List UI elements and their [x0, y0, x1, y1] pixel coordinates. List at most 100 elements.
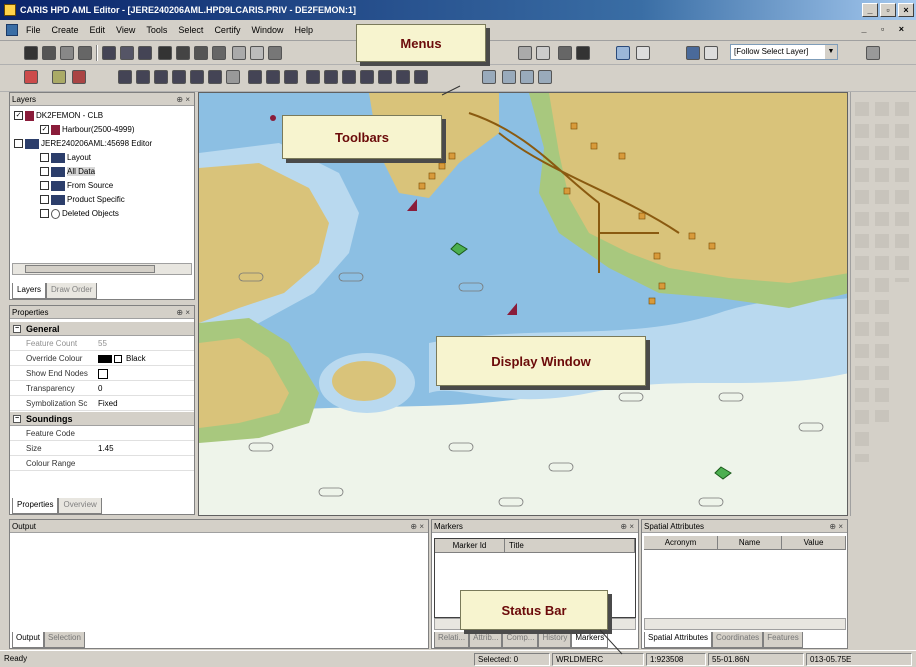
pick-icon[interactable] [52, 70, 66, 84]
edit-icon-1[interactable] [248, 70, 262, 84]
feature-icon-2[interactable] [136, 70, 150, 84]
tree-item[interactable]: Product Specific [40, 193, 125, 206]
column-header[interactable]: Name [718, 536, 782, 550]
options-icon[interactable] [866, 46, 880, 60]
tree-item[interactable]: Layout [40, 151, 91, 164]
follow-select-layer-dropdown[interactable]: [Follow Select Layer] ▼ [730, 44, 838, 60]
tree-item[interactable]: JERE240206AML:45698 Editor [14, 137, 152, 150]
property-row[interactable]: Symbolization Sc Fixed [10, 397, 194, 411]
feature-icon-1[interactable] [118, 70, 132, 84]
tab-history[interactable]: History [538, 632, 572, 648]
grid-icon[interactable] [558, 46, 572, 60]
collapse-icon[interactable]: − [13, 415, 21, 423]
save-icon[interactable] [60, 46, 74, 60]
pin-close-icon[interactable]: ⊕ × [176, 306, 190, 319]
tab-selection[interactable]: Selection [44, 632, 85, 648]
edit-icon-10[interactable] [414, 70, 428, 84]
paste-icon[interactable] [138, 46, 152, 60]
tab-draw-order[interactable]: Draw Order [46, 283, 98, 299]
scrollbar-thumb[interactable] [25, 265, 155, 273]
tab-output[interactable]: Output [12, 632, 45, 648]
pin-close-icon[interactable]: ⊕ × [410, 520, 424, 533]
tree-item[interactable]: From Source [40, 179, 113, 192]
tree-item[interactable]: ✓ DK2FEMON - CLB [14, 109, 103, 122]
property-row[interactable]: Feature Count 55 [10, 337, 194, 351]
redo-icon[interactable] [250, 46, 264, 60]
property-row[interactable]: Feature Code [10, 427, 194, 441]
menu-help[interactable]: Help [292, 24, 315, 36]
layer-checkbox[interactable]: ✓ [14, 111, 23, 121]
edit-icon-3[interactable] [284, 70, 298, 84]
vertical-tools-3[interactable] [895, 102, 909, 282]
collapse-icon[interactable]: − [13, 325, 21, 333]
property-row[interactable]: Size 1.45 [10, 442, 194, 456]
pin-close-icon[interactable]: ⊕ × [176, 93, 190, 106]
pointer-icon[interactable] [24, 70, 38, 84]
arrow-icon[interactable] [518, 46, 532, 60]
menu-file[interactable]: File [24, 24, 43, 36]
property-row[interactable]: Colour Range [10, 457, 194, 471]
horizontal-scrollbar[interactable] [12, 263, 192, 275]
menu-select[interactable]: Select [176, 24, 205, 36]
tab-features[interactable]: Features [763, 632, 803, 648]
layer-checkbox[interactable] [40, 153, 49, 163]
copy-icon[interactable] [120, 46, 134, 60]
minimize-button[interactable]: _ [862, 3, 878, 17]
layer-remove-icon[interactable] [194, 46, 208, 60]
feature-icon-6[interactable] [208, 70, 222, 84]
tab-components[interactable]: Comp... [502, 632, 539, 648]
open-icon[interactable] [42, 46, 56, 60]
maximize-button[interactable]: ▫ [880, 3, 896, 17]
property-row[interactable]: Show End Nodes [10, 367, 194, 381]
select-icon[interactable] [616, 46, 630, 60]
property-row[interactable]: Transparency 0 [10, 382, 194, 396]
horizontal-scrollbar[interactable] [644, 618, 846, 630]
layer-checkbox[interactable] [40, 209, 49, 219]
menu-tools[interactable]: Tools [144, 24, 169, 36]
view-icon-1[interactable] [482, 70, 496, 84]
tab-spatial-attributes[interactable]: Spatial Attributes [644, 632, 713, 648]
pin-close-icon[interactable]: ⊕ × [620, 520, 634, 533]
menu-window[interactable]: Window [249, 24, 285, 36]
print-icon[interactable] [78, 46, 92, 60]
layer-edit-icon[interactable] [212, 46, 226, 60]
view-icon-2[interactable] [502, 70, 516, 84]
layer-icon[interactable] [158, 46, 172, 60]
edit-icon-9[interactable] [396, 70, 410, 84]
feature-icon-3[interactable] [154, 70, 168, 84]
edit-icon-5[interactable] [324, 70, 338, 84]
tab-overview[interactable]: Overview [58, 498, 102, 514]
tools-icon[interactable] [576, 46, 590, 60]
vertical-tools-1[interactable] [855, 102, 869, 462]
chevron-down-icon[interactable]: ▼ [825, 45, 837, 59]
column-header[interactable]: Value [782, 536, 846, 550]
tab-coordinates[interactable]: Coordinates [712, 632, 764, 648]
pen-icon[interactable] [72, 70, 86, 84]
tab-layers[interactable]: Layers [12, 283, 47, 299]
view-icon-3[interactable] [520, 70, 534, 84]
column-header[interactable]: Title [505, 539, 635, 553]
zoom-icon[interactable] [686, 46, 700, 60]
close-button[interactable]: × [898, 3, 914, 17]
cut-icon[interactable] [102, 46, 116, 60]
query-icon[interactable] [636, 46, 650, 60]
feature-icon-4[interactable] [172, 70, 186, 84]
section-soundings[interactable]: − Soundings [10, 412, 194, 426]
undo-icon[interactable] [232, 46, 246, 60]
layer-checkbox[interactable] [40, 195, 49, 205]
edit-icon-4[interactable] [306, 70, 320, 84]
menu-create[interactable]: Create [50, 24, 81, 36]
mdi-window-controls[interactable]: _ ▫ × [862, 24, 910, 34]
new-icon[interactable] [24, 46, 38, 60]
vertical-tools-2[interactable] [875, 102, 889, 422]
column-header[interactable]: Acronym [644, 536, 718, 550]
menu-edit[interactable]: Edit [88, 24, 108, 36]
menu-certify[interactable]: Certify [212, 24, 242, 36]
show-end-nodes-checkbox[interactable] [98, 369, 108, 379]
tab-markers[interactable]: Markers [571, 632, 609, 648]
tab-attributes[interactable]: Attrib... [469, 632, 503, 648]
edit-icon-6[interactable] [342, 70, 356, 84]
property-row[interactable]: Override Colour Black [10, 352, 194, 366]
layer-checkbox[interactable]: ✓ [40, 125, 49, 135]
colour-picker-icon[interactable] [114, 355, 122, 363]
